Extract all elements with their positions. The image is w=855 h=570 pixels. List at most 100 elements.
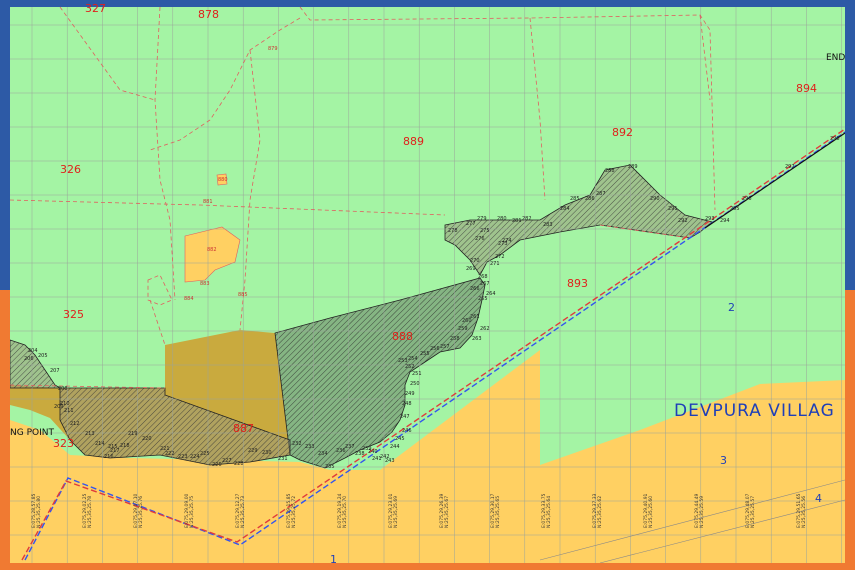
survey-point-label: 278: [448, 228, 458, 234]
survey-point-label: 244: [390, 444, 400, 450]
survey-point-label: 222: [165, 451, 175, 457]
survey-point-label: 263: [472, 336, 482, 342]
map-viewer[interactable]: E:075,28,57.85 N:25,35,25.80 E:075,29,02.2…: [0, 0, 855, 570]
plot-label-892: 892: [612, 126, 633, 139]
village-label: DEVPURA VILLAG: [674, 401, 835, 421]
survey-point-label: 266: [470, 286, 480, 292]
small-parcel-label-883: 883: [200, 281, 210, 287]
survey-point-label: 240: [368, 449, 378, 455]
route-marker-1: 1: [330, 553, 337, 566]
survey-point-label: 297: [785, 164, 795, 170]
survey-point-label: 257: [440, 344, 450, 350]
coordinate-label: N:25,35,25.65: [495, 496, 501, 528]
survey-point-label: 289: [628, 164, 638, 170]
survey-point-label: 206: [24, 356, 34, 362]
survey-point-label: 280: [497, 216, 507, 222]
coordinate-label: N:25,35,25.64: [546, 496, 552, 528]
survey-point-label: 298: [830, 136, 840, 142]
survey-point-label: 226: [212, 462, 222, 468]
survey-point-label: 274: [502, 238, 512, 244]
survey-point-label: 276: [475, 236, 485, 242]
coordinate-label: N:25,35,25.70: [342, 496, 348, 528]
survey-point-label: 282: [522, 216, 532, 222]
survey-point-label: 259: [458, 326, 468, 332]
end-label: END: [826, 53, 845, 63]
survey-point-label: 291: [668, 206, 678, 212]
survey-point-label: 261: [470, 314, 480, 320]
survey-point-label: 211: [64, 408, 74, 414]
plot-label-887: 887: [233, 422, 254, 435]
survey-point-label: 218: [120, 443, 130, 449]
survey-point-label: 250: [410, 381, 420, 387]
small-parcel-label-881: 881: [203, 199, 213, 205]
survey-point-label: 268: [478, 274, 488, 280]
route-marker-3: 3: [720, 454, 727, 467]
coordinate-label: N:25,35,25.78: [87, 496, 93, 528]
survey-point-label: 292: [678, 218, 688, 224]
survey-point-label: 279: [477, 216, 487, 222]
coordinate-label: N:25,35,25.75: [189, 496, 195, 528]
survey-point-label: 295: [730, 206, 740, 212]
survey-point-label: 217: [110, 448, 120, 454]
survey-point-label: 232: [292, 441, 302, 447]
small-parcel-label-880: 880: [218, 177, 228, 183]
plot-label-326: 326: [60, 163, 81, 176]
survey-point-label: 272: [495, 254, 505, 260]
survey-point-label: 252: [405, 364, 415, 370]
survey-point-label: 286: [585, 196, 595, 202]
survey-point-label: 219: [128, 431, 138, 437]
survey-point-label: 229: [248, 448, 258, 454]
survey-point-label: 294: [720, 218, 730, 224]
coordinate-label: N:25,35,25.80: [36, 496, 42, 528]
survey-point-label: 290: [650, 196, 660, 202]
plot-label-327: 327: [85, 2, 106, 15]
survey-point-label: 212: [70, 421, 80, 427]
small-parcel-label-885: 885: [238, 292, 248, 298]
plot-label-325: 325: [63, 308, 84, 321]
survey-point-label: 227: [222, 458, 232, 464]
survey-point-label: 235: [325, 464, 335, 470]
survey-point-label: 249: [405, 391, 415, 397]
survey-point-label: 275: [480, 228, 490, 234]
survey-point-label: 271: [490, 261, 500, 267]
survey-point-label: 251: [412, 371, 422, 377]
survey-point-label: 204: [28, 348, 38, 354]
survey-point-label: 231: [278, 456, 288, 462]
survey-point-label: 230: [262, 450, 272, 456]
survey-point-label: 214: [95, 441, 105, 447]
small-parcel-label-884: 884: [184, 296, 194, 302]
survey-point-label: 269: [466, 266, 476, 272]
survey-point-label: 228: [234, 461, 244, 467]
map-content: E:075,28,57.85 N:25,35,25.80 E:075,29,02.2…: [10, 7, 845, 563]
plot-label-893: 893: [567, 277, 588, 290]
survey-point-label: 225: [200, 451, 210, 457]
survey-point-label: 245: [395, 436, 405, 442]
survey-point-label: 248: [402, 401, 412, 407]
coordinate-label: N:25,35,25.57: [750, 496, 756, 528]
small-parcel-label-879: 879: [268, 46, 278, 52]
route-marker-2: 2: [728, 301, 735, 314]
survey-point-label: 255: [420, 351, 430, 357]
survey-point-label: 277: [466, 221, 476, 227]
survey-point-label: 224: [190, 454, 200, 460]
survey-point-label: 254: [408, 356, 418, 362]
survey-point-label: 265: [478, 296, 488, 302]
survey-point-label: 237: [345, 444, 355, 450]
survey-point-label: 213: [85, 431, 95, 437]
survey-point-label: 258: [450, 336, 460, 342]
survey-point-label: 246: [402, 428, 412, 434]
survey-point-label: 296: [742, 196, 752, 202]
route-marker-4: 4: [815, 492, 822, 505]
survey-point-label: 207: [50, 368, 60, 374]
survey-point-label: 233: [305, 444, 315, 450]
coordinate-label: N:25,35,25.76: [138, 496, 144, 528]
plot-label-894: 894: [796, 82, 817, 95]
plot-label-878: 878: [198, 8, 219, 21]
cadastral-map[interactable]: E:075,28,57.85 N:25,35,25.80 E:075,29,02.2…: [0, 0, 855, 570]
survey-point-label: 210: [60, 401, 70, 407]
survey-point-label: 220: [142, 436, 152, 442]
plot-label-323: 323: [53, 437, 74, 450]
coordinate-label: N:25,35,25.73: [240, 496, 246, 528]
survey-point-label: 256: [430, 346, 440, 352]
survey-point-label: 293: [705, 216, 715, 222]
